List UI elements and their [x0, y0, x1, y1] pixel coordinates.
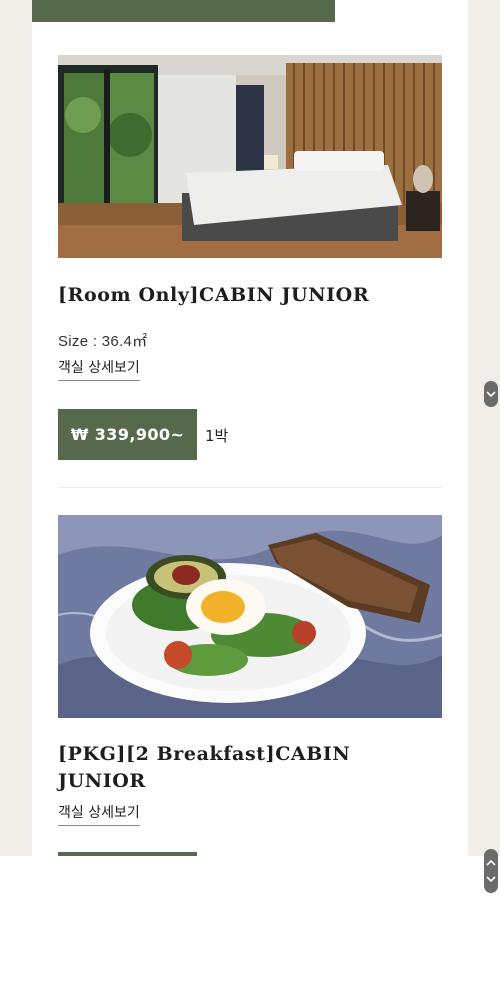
room-photo-bedroom[interactable]	[58, 55, 442, 258]
room-title: [Room Only]CABIN JUNIOR	[58, 284, 370, 306]
chevron-up-icon	[486, 859, 496, 866]
scroll-up-down-button[interactable]	[484, 849, 498, 893]
tab-inactive-bar[interactable]	[336, 0, 468, 22]
package-title: [PKG][2 Breakfast]CABIN JUNIOR	[58, 743, 351, 792]
package-detail-link[interactable]: 객실 상세보기	[58, 802, 140, 826]
room-size: Size : 36.4㎡	[58, 333, 148, 350]
nights-label: 1박	[205, 427, 229, 445]
price-button[interactable]: ₩ 339,900~	[58, 409, 197, 460]
room-detail-link[interactable]: 객실 상세보기	[58, 357, 140, 381]
scroll-button[interactable]	[484, 381, 498, 407]
chevron-down-icon	[486, 391, 496, 398]
bottom-accent-bar	[58, 852, 197, 856]
section-divider	[58, 487, 442, 488]
package-photo-breakfast[interactable]	[58, 515, 442, 718]
chevron-down-icon	[486, 876, 496, 883]
tab-active-bar[interactable]	[32, 0, 335, 22]
